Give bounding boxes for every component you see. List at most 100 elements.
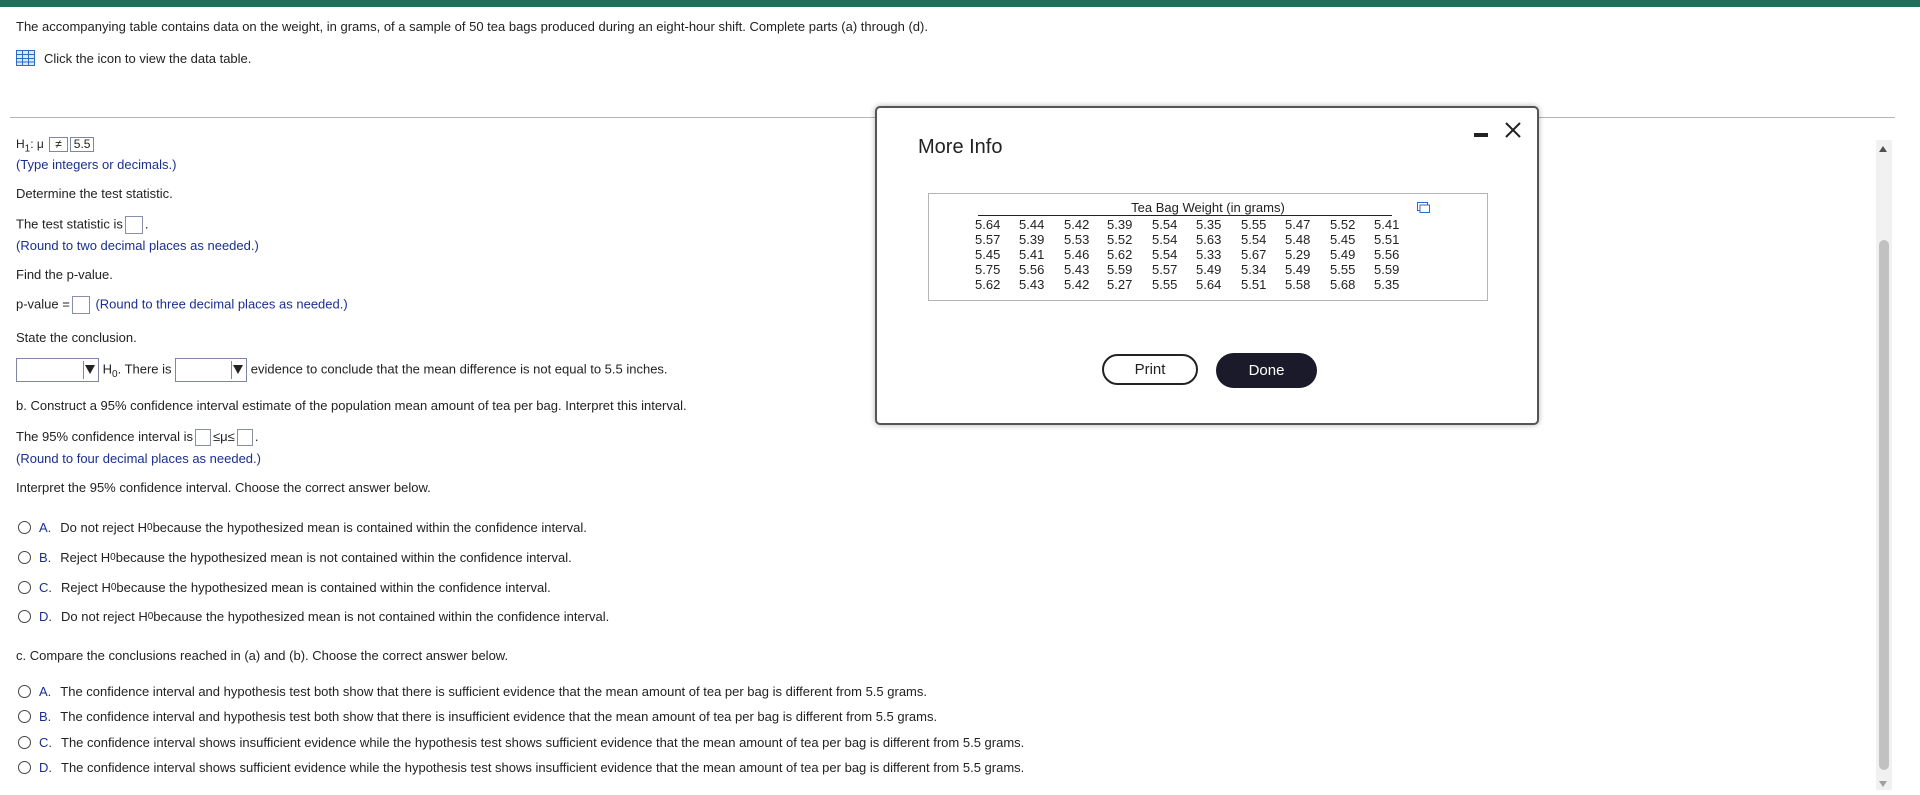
table-cell: 5.47 bbox=[1285, 217, 1311, 232]
scroll-up-arrow-icon[interactable] bbox=[1879, 146, 1887, 152]
radio-button[interactable] bbox=[18, 610, 31, 623]
table-cell: 5.55 bbox=[1241, 217, 1267, 232]
table-cell: 5.39 bbox=[1107, 217, 1133, 232]
table-cell: 5.33 bbox=[1196, 247, 1222, 262]
part-b-heading: b. Construct a 95% confidence interval e… bbox=[16, 398, 687, 413]
ci-lower-input[interactable] bbox=[195, 429, 212, 447]
test-stat-label: The test statistic is bbox=[16, 216, 123, 232]
table-cell: 5.75 bbox=[975, 262, 1001, 277]
part-b-option[interactable]: B. Reject H0 because the hypothesized mea… bbox=[18, 550, 572, 565]
table-cell: 5.46 bbox=[1064, 247, 1090, 262]
minimize-icon[interactable] bbox=[1474, 133, 1488, 137]
part-c-option[interactable]: C. The confidence interval shows insuffic… bbox=[18, 735, 1024, 750]
radio-button[interactable] bbox=[18, 710, 31, 723]
dialog-title: More Info bbox=[918, 136, 1003, 158]
evidence-select[interactable] bbox=[175, 358, 248, 382]
table-cell: 5.42 bbox=[1064, 217, 1090, 232]
pvalue-input[interactable] bbox=[71, 296, 90, 314]
table-cell: 5.58 bbox=[1285, 277, 1311, 292]
table-cell: 5.29 bbox=[1285, 247, 1311, 262]
h1-mu: : μ bbox=[30, 137, 44, 151]
table-title: Tea Bag Weight (in grams) bbox=[1131, 200, 1285, 215]
table-cell: 5.62 bbox=[1107, 247, 1133, 262]
table-cell: 5.54 bbox=[1152, 232, 1178, 247]
option-text-pre: Do not reject H bbox=[61, 609, 148, 624]
ci-upper-input[interactable] bbox=[236, 429, 253, 447]
conclusion-text1: . There is bbox=[117, 361, 172, 377]
part-b-text: b. Construct a 95% confidence interval e… bbox=[16, 398, 687, 413]
option-letter: C. bbox=[39, 735, 52, 750]
table-cell: 5.48 bbox=[1285, 232, 1311, 247]
table-cell: 5.39 bbox=[1019, 232, 1045, 247]
table-cell: 5.62 bbox=[975, 277, 1001, 292]
ci-row: The 95% confidence interval is ≤μ≤. bbox=[16, 429, 258, 447]
table-header-rule bbox=[978, 215, 1392, 216]
close-icon[interactable] bbox=[1503, 120, 1523, 140]
option-letter: B. bbox=[39, 709, 52, 724]
radio-button[interactable] bbox=[18, 581, 31, 594]
option-text-pre: Reject H bbox=[60, 550, 111, 565]
h1-value-input[interactable]: 5.5 bbox=[69, 137, 95, 153]
table-cell: 5.57 bbox=[1152, 262, 1178, 277]
option-text-pre: Reject H bbox=[61, 580, 111, 595]
ci-interpret-prompt: Interpret the 95% confidence interval. C… bbox=[16, 480, 431, 495]
option-letter: A. bbox=[39, 684, 52, 699]
part-b-option[interactable]: A. Do not reject H0 because the hypothesi… bbox=[18, 520, 587, 535]
pvalue-row: p-value = (Round to three decimal places… bbox=[16, 296, 348, 314]
table-cell: 5.42 bbox=[1064, 277, 1090, 292]
h1-label: H bbox=[16, 137, 25, 151]
table-cell: 5.49 bbox=[1285, 262, 1311, 277]
test-stat-prompt: Determine the test statistic. bbox=[16, 186, 173, 201]
table-cell: 5.53 bbox=[1064, 232, 1090, 247]
test-stat-row: The test statistic is. bbox=[16, 216, 149, 234]
test-stat-input[interactable] bbox=[124, 216, 143, 234]
table-grid-icon[interactable] bbox=[16, 50, 35, 66]
part-c-option[interactable]: D. The confidence interval shows sufficie… bbox=[18, 760, 1024, 775]
table-cell: 5.35 bbox=[1374, 277, 1400, 292]
option-text: The confidence interval and hypothesis t… bbox=[60, 684, 927, 699]
view-data-table-link[interactable]: Click the icon to view the data table. bbox=[16, 50, 251, 66]
radio-button[interactable] bbox=[18, 521, 31, 534]
table-cell: 5.45 bbox=[1330, 232, 1356, 247]
table-cell: 5.55 bbox=[1330, 262, 1356, 277]
scrollbar-thumb[interactable] bbox=[1879, 240, 1889, 770]
table-cell: 5.59 bbox=[1107, 262, 1133, 277]
pvalue-label: p-value = bbox=[16, 296, 70, 312]
reject-decision-select[interactable] bbox=[16, 358, 99, 382]
print-button[interactable]: Print bbox=[1102, 354, 1198, 385]
table-cell: 5.27 bbox=[1107, 277, 1133, 292]
h1-operator-select[interactable]: ≠ bbox=[49, 137, 68, 153]
radio-button[interactable] bbox=[18, 685, 31, 698]
part-c-option[interactable]: B. The confidence interval and hypothesis… bbox=[18, 709, 937, 724]
radio-button[interactable] bbox=[18, 761, 31, 774]
option-text: The confidence interval shows insufficie… bbox=[61, 735, 1025, 750]
table-cell: 5.45 bbox=[975, 247, 1001, 262]
view-link-text[interactable]: Click the icon to view the data table. bbox=[44, 51, 251, 66]
table-cell: 5.35 bbox=[1196, 217, 1222, 232]
table-cell: 5.68 bbox=[1330, 277, 1356, 292]
option-letter: B. bbox=[39, 550, 52, 565]
table-cell: 5.57 bbox=[975, 232, 1001, 247]
table-cell: 5.63 bbox=[1196, 232, 1222, 247]
ci-label: The 95% confidence interval is bbox=[16, 429, 194, 444]
part-b-option[interactable]: C. Reject H0 because the hypothesized mea… bbox=[18, 580, 551, 595]
table-cell: 5.49 bbox=[1330, 247, 1356, 262]
option-letter: D. bbox=[39, 609, 52, 624]
radio-button[interactable] bbox=[18, 736, 31, 749]
radio-button[interactable] bbox=[18, 551, 31, 564]
conclusion-row: H0. There is evidence to conclude that t… bbox=[16, 358, 668, 382]
scroll-down-arrow-icon[interactable] bbox=[1879, 781, 1887, 787]
done-button[interactable]: Done bbox=[1216, 353, 1317, 388]
question-intro: The accompanying table contains data on … bbox=[16, 19, 928, 34]
part-c-option[interactable]: A. The confidence interval and hypothesis… bbox=[18, 684, 927, 699]
table-cell: 5.43 bbox=[1019, 277, 1045, 292]
table-cell: 5.54 bbox=[1152, 217, 1178, 232]
table-cell: 5.44 bbox=[1019, 217, 1045, 232]
option-text-post: because the hypothesized mean is not con… bbox=[115, 550, 572, 565]
part-b-option[interactable]: D. Do not reject H0 because the hypothesi… bbox=[18, 609, 609, 624]
tea-bag-data-table: Tea Bag Weight (in grams) 5.64 5.44 5.42 5.… bbox=[928, 193, 1488, 301]
copy-icon[interactable] bbox=[1417, 202, 1430, 213]
table-cell: 5.52 bbox=[1107, 232, 1133, 247]
option-text: The confidence interval shows sufficient… bbox=[61, 760, 1025, 775]
table-cell: 5.34 bbox=[1241, 262, 1267, 277]
